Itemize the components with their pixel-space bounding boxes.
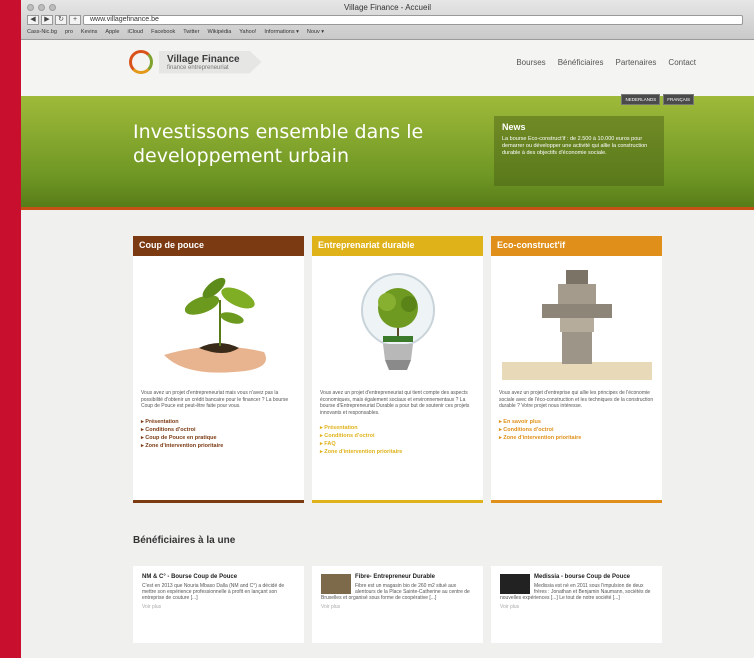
address-bar[interactable]: www.villagefinance.be (83, 15, 743, 25)
card-link-label: Présentation (145, 418, 179, 425)
bookmark-item[interactable]: Kevins (81, 29, 98, 35)
card-link[interactable]: ▸ Conditions d'octroi (141, 426, 296, 434)
browser-window: Village Finance - Accueil ◀ ▶ ↻ + www.vi… (21, 0, 754, 658)
card-link-label: Conditions d'octroi (503, 426, 554, 433)
grant-card: Coup de pouce Vous avez un projet d'entre… (133, 236, 304, 503)
card-footer-bar (491, 500, 662, 503)
main-nav: Bourses Bénéficiaires Partenaires Contac… (516, 58, 696, 67)
lang-nl-button[interactable]: NEDERLANDS (621, 94, 661, 105)
card-link[interactable]: ▸ Zone d'intervention prioritaire (141, 442, 296, 450)
beneficiary-more-link[interactable]: Voir plus (321, 604, 474, 610)
logo-mark-icon (129, 50, 153, 74)
beneficiary-more-link[interactable]: Voir plus (142, 604, 295, 610)
card-link[interactable]: ▸ Présentation (141, 418, 296, 426)
bookmark-item[interactable]: Informations ▾ (264, 29, 299, 35)
bookmark-item[interactable]: Twitter (183, 29, 199, 35)
browser-chrome: Village Finance - Accueil ◀ ▶ ↻ + www.vi… (21, 0, 754, 40)
card-title[interactable]: Entreprenariat durable (312, 236, 483, 256)
card-links: ▸ Présentation ▸ Conditions d'octroi ▸ Cou… (133, 416, 304, 452)
bookmark-item[interactable]: Facebook (151, 29, 175, 35)
grant-cards: Coup de pouce Vous avez un projet d'entre… (133, 236, 662, 503)
card-link-label: En savoir plus (503, 418, 541, 425)
card-link[interactable]: ▸ FAQ (320, 440, 475, 448)
card-text: Vous avez un projet d'entrepreneuriat qu… (320, 390, 470, 416)
card-link-label: Présentation (324, 425, 358, 431)
beneficiary-card[interactable]: Fibre- Entrepreneur Durable Fibre est un … (312, 566, 483, 643)
card-link[interactable]: ▸ Conditions d'octroi (320, 432, 475, 440)
card-link-label: Zone d'intervention prioritaire (503, 434, 582, 441)
card-link-label: Zone d'intervention prioritaire (324, 449, 403, 455)
beneficiaries-list: NM & C° - Bourse Coup de Pouce C'est en 2… (133, 566, 662, 643)
bookmark-item[interactable]: pro (65, 29, 73, 35)
card-links: ▸ Présentation ▸ Conditions d'octroi ▸ FAQ… (312, 422, 483, 458)
bookmark-item[interactable]: Apple (105, 29, 119, 35)
grant-card: Entreprenariat durable Vous avez un proje… (312, 236, 483, 503)
logo-box: Village Finance finance entrepreneuriat (159, 50, 262, 74)
beneficiary-text: C'est en 2013 que Nouria Mbaso Dalla (NM… (142, 583, 285, 601)
card-footer-bar (312, 500, 483, 503)
hero-banner: NEDERLANDS FRANÇAIS Investissons ensembl… (21, 94, 754, 210)
nav-buttons: ◀ ▶ ↻ + (27, 15, 81, 25)
card-link-label: Coup de Pouce en pratique (145, 434, 217, 441)
card-link[interactable]: ▸ Zone d'intervention prioritaire (320, 448, 475, 456)
card-link[interactable]: ▸ Conditions d'octroi (499, 426, 654, 434)
bookmarks-bar: Cass-Nic.bg pro Kevins Apple iCloud Facebook T… (27, 29, 324, 35)
card-link[interactable]: ▸ Zone d'intervention prioritaire (499, 434, 654, 442)
card-image (133, 256, 304, 384)
nav-item-beneficiaires[interactable]: Bénéficiaires (558, 58, 604, 67)
card-text: Vous avez un projet d'entreprise qui all… (499, 390, 654, 409)
bookmark-item[interactable]: Yahoo! (239, 29, 256, 35)
card-link-label: Zone d'intervention prioritaire (145, 442, 224, 449)
add-button[interactable]: + (69, 15, 81, 25)
card-footer-bar (133, 500, 304, 503)
logo-tagline: finance entrepreneuriat (167, 64, 229, 71)
beneficiary-more-link[interactable]: Voir plus (500, 604, 653, 610)
nav-item-bourses[interactable]: Bourses (516, 58, 545, 67)
beneficiary-title[interactable]: NM & C° - Bourse Coup de Pouce (142, 574, 295, 580)
card-title[interactable]: Eco-construct'if (491, 236, 662, 256)
language-switcher: NEDERLANDS FRANÇAIS (621, 94, 694, 105)
hero-divider (21, 207, 754, 210)
nav-item-partenaires[interactable]: Partenaires (616, 58, 657, 67)
card-link[interactable]: ▸ Coup de Pouce en pratique (141, 434, 296, 442)
beneficiary-card[interactable]: Medissia - bourse Coup de Pouce Medissia … (491, 566, 662, 643)
forward-button[interactable]: ▶ (41, 15, 53, 25)
bookmark-item[interactable]: Cass-Nic.bg (27, 29, 57, 35)
card-link[interactable]: ▸ Présentation (320, 424, 475, 432)
website: Village Finance finance entrepreneuriat … (21, 40, 754, 658)
card-title[interactable]: Coup de pouce (133, 236, 304, 256)
card-link-label: FAQ (324, 441, 336, 447)
card-text: Vous avez un projet d'entrepreneuriat ma… (141, 390, 289, 409)
window-title: Village Finance - Accueil (343, 3, 431, 12)
site-logo[interactable]: Village Finance finance entrepreneuriat (129, 50, 262, 74)
hero-title: Investissons ensemble dans le developpem… (133, 121, 424, 167)
card-image (312, 256, 483, 384)
card-link-label: Conditions d'octroi (145, 426, 196, 433)
bookmark-item[interactable]: Wikipédia (207, 29, 231, 35)
grant-card: Eco-construct'if Vous avez un projet d'en… (491, 236, 662, 503)
card-link-label: Conditions d'octroi (324, 433, 375, 439)
site-header: Village Finance finance entrepreneuriat … (21, 40, 754, 96)
logo-name: Village Finance (167, 53, 240, 65)
beneficiary-card[interactable]: NM & C° - Bourse Coup de Pouce C'est en 2… (133, 566, 304, 643)
beneficiary-image (321, 574, 351, 594)
news-title: News (502, 122, 526, 132)
card-link[interactable]: ▸ En savoir plus (499, 418, 654, 426)
lang-fr-button[interactable]: FRANÇAIS (663, 94, 694, 105)
bookmark-item[interactable]: Nouv ▾ (307, 29, 324, 35)
nav-item-contact[interactable]: Contact (668, 58, 696, 67)
card-image (491, 256, 662, 384)
news-text: La bourse Eco-construct'if : de 2.500 à … (502, 136, 648, 156)
beneficiary-image (500, 574, 530, 594)
bookmark-item[interactable]: iCloud (128, 29, 144, 35)
back-button[interactable]: ◀ (27, 15, 39, 25)
news-box[interactable]: News La bourse Eco-construct'if : de 2.5… (494, 116, 664, 186)
section-title: Bénéficiaires à la une (133, 535, 236, 546)
reload-button[interactable]: ↻ (55, 15, 67, 25)
card-links: ▸ En savoir plus ▸ Conditions d'octroi ▸ Z… (491, 416, 662, 444)
